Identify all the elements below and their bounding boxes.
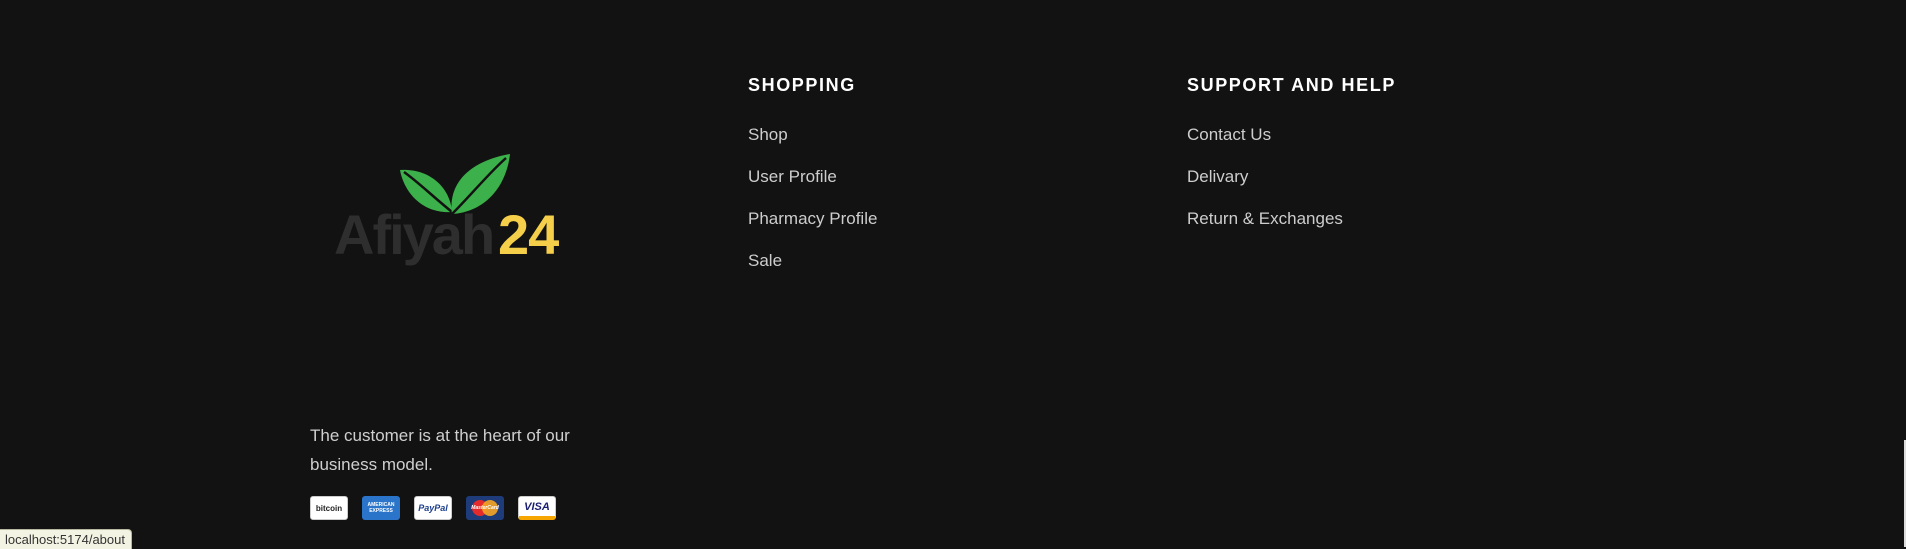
list-item: Shop: [748, 122, 877, 149]
link-user-profile[interactable]: User Profile: [748, 167, 837, 186]
support-links: Contact Us Delivary Return & Exchanges: [1187, 122, 1396, 233]
support-heading: SUPPORT AND HELP: [1187, 75, 1396, 95]
link-delivery[interactable]: Delivary: [1187, 167, 1248, 186]
link-contact-us[interactable]: Contact Us: [1187, 125, 1271, 144]
mastercard-icon: MasterCard: [466, 496, 504, 520]
footer-column-shopping: SHOPPING Shop User Profile Pharmacy Prof…: [748, 72, 877, 290]
status-bar-url: localhost:5174/about: [0, 529, 132, 549]
logo-graphic: Afiyah 24: [334, 154, 560, 266]
paypal-icon: PayPal: [414, 496, 452, 520]
list-item: Return & Exchanges: [1187, 206, 1396, 233]
shopping-links: Shop User Profile Pharmacy Profile Sale: [748, 122, 877, 275]
list-item: User Profile: [748, 164, 877, 191]
bitcoin-icon: bitcoin: [310, 496, 348, 520]
link-shop[interactable]: Shop: [748, 125, 788, 144]
amex-label: AMERICAN EXPRESS: [367, 502, 395, 514]
list-item: Sale: [748, 248, 877, 275]
link-return-exchanges[interactable]: Return & Exchanges: [1187, 209, 1343, 228]
amex-icon: AMERICAN EXPRESS: [362, 496, 400, 520]
list-item: Contact Us: [1187, 122, 1396, 149]
link-pharmacy-profile[interactable]: Pharmacy Profile: [748, 209, 877, 228]
footer-column-support: SUPPORT AND HELP Contact Us Delivary Ret…: [1187, 72, 1396, 248]
payment-methods: bitcoin AMERICAN EXPRESS PayPal MasterCa…: [310, 496, 556, 520]
link-sale[interactable]: Sale: [748, 251, 782, 270]
logo-number: 24: [498, 203, 559, 266]
brand-tagline: The customer is at the heart of our busi…: [310, 426, 570, 474]
site-footer: Afiyah 24 The customer is at the heart o…: [0, 0, 1906, 547]
shopping-heading: SHOPPING: [748, 75, 856, 95]
mastercard-label: MasterCard: [471, 505, 499, 511]
site-logo[interactable]: Afiyah 24: [334, 150, 594, 280]
footer-brand: Afiyah 24 The customer is at the heart o…: [310, 0, 670, 547]
list-item: Pharmacy Profile: [748, 206, 877, 233]
visa-icon: VISA: [518, 496, 556, 520]
list-item: Delivary: [1187, 164, 1396, 191]
logo-wordmark: Afiyah: [334, 203, 493, 266]
